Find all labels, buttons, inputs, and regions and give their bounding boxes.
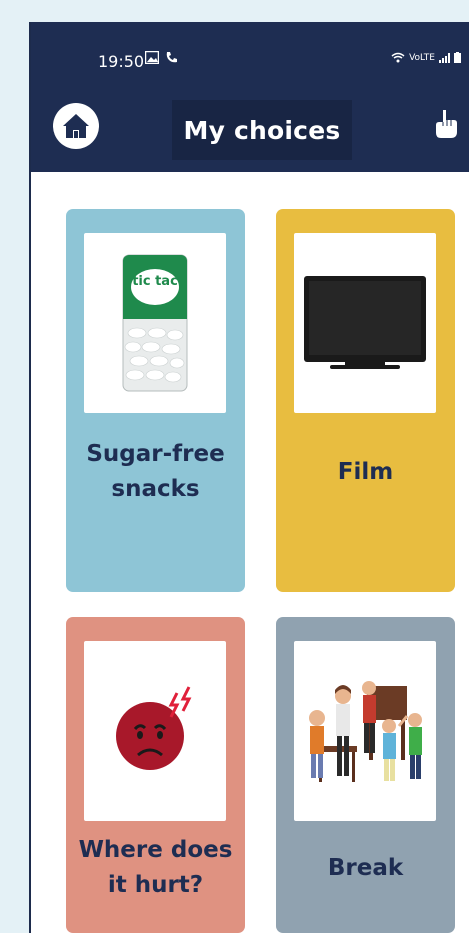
top-bar: 19:50 VoLTE My choices — [31, 22, 469, 172]
page-title: My choices — [183, 115, 341, 145]
page-title-box: My choices — [172, 100, 352, 160]
choice-card-where-does-it-hurt[interactable]: Where does it hurt? — [66, 617, 245, 933]
tic-tac-brand: tic tac — [132, 274, 178, 289]
card-image: tic tac — [84, 233, 226, 413]
app-screen: 19:50 VoLTE My choices tic tac Sugar-fre… — [29, 22, 469, 933]
card-label-line1: Break — [327, 855, 404, 881]
phone-call-icon — [166, 52, 177, 63]
tic-tac-icon: tic tac — [122, 254, 188, 392]
card-image — [294, 641, 436, 821]
choice-card-sugar-free-snacks[interactable]: tic tac Sugar-free snacks — [66, 209, 245, 592]
pointing-hand-icon[interactable] — [433, 108, 457, 140]
card-label: Where does it hurt? — [66, 833, 245, 903]
card-label-line1: Sugar-free — [86, 441, 225, 467]
status-indicators: VoLTE — [391, 52, 461, 63]
pain-face-icon — [116, 686, 192, 770]
card-label: Sugar-free snacks — [66, 437, 245, 507]
battery-icon — [454, 52, 461, 63]
home-icon — [63, 114, 89, 138]
signal-icon — [439, 52, 450, 63]
home-button[interactable] — [53, 103, 99, 149]
television-icon — [304, 276, 426, 369]
card-image — [84, 641, 226, 821]
notification-icons — [145, 51, 178, 64]
card-label-line2: it hurt? — [107, 872, 204, 898]
card-label: Break — [276, 851, 455, 886]
network-label: VoLTE — [409, 52, 435, 63]
card-label-line2: snacks — [111, 476, 200, 502]
card-image — [294, 233, 436, 413]
card-label-line1: Where does — [78, 837, 233, 863]
status-time: 19:50 — [98, 52, 145, 71]
choice-card-break[interactable]: Break — [276, 617, 455, 933]
children-playing-icon — [309, 681, 422, 782]
card-label: Film — [276, 455, 455, 490]
gallery-icon — [145, 51, 159, 64]
card-label-line1: Film — [337, 459, 394, 485]
wifi-icon — [391, 52, 405, 63]
choice-card-film[interactable]: Film — [276, 209, 455, 592]
